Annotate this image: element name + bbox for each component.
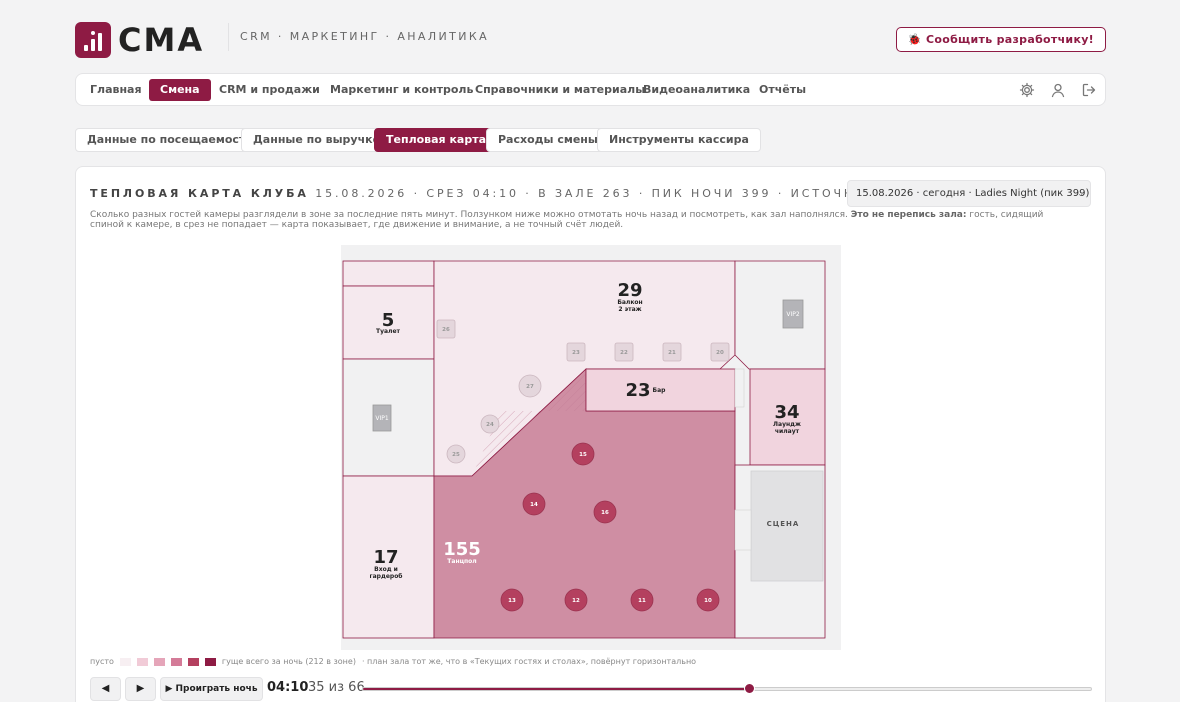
heatmap-heading-title: ТЕПЛОВАЯ КАРТА КЛУБА: [90, 187, 309, 200]
table-10[interactable]: 10: [696, 588, 720, 612]
play-night-button[interactable]: ▶ Проиграть ночь: [160, 677, 263, 701]
table-number: 21: [668, 350, 676, 356]
main-nav: Главная Смена CRM и продажи Маркетинг и …: [75, 73, 1106, 106]
table-number: 24: [486, 422, 494, 428]
floor-plan: VIP1 VIP2 29 Балкон 2 этаж 5 Туалет 23 Б…: [341, 245, 841, 650]
tab-heatmap[interactable]: Тепловая карта: [374, 128, 499, 152]
svg-text:гардероб: гардероб: [370, 573, 403, 580]
step-back-button[interactable]: ◀: [90, 677, 121, 701]
table-20[interactable]: 20: [710, 342, 730, 362]
time-slider[interactable]: [362, 683, 1092, 694]
svg-text:чилаут: чилаут: [775, 428, 800, 435]
user-icon[interactable]: [1050, 82, 1066, 98]
logo-icon: [75, 22, 111, 58]
legend-swatch: [170, 657, 182, 666]
logo[interactable]: CMA: [75, 21, 204, 59]
table-13[interactable]: 13: [500, 588, 524, 612]
table-number: 12: [572, 598, 580, 604]
table-26[interactable]: 26: [436, 319, 456, 339]
svg-text:Танцпол: Танцпол: [447, 558, 476, 565]
table-25[interactable]: 25: [446, 444, 466, 464]
heatmap-description: Сколько разных гостей камеры разглядели …: [90, 210, 1044, 230]
svg-text:34: 34: [774, 402, 799, 423]
nav-item-references[interactable]: Справочники и материалы: [464, 79, 656, 101]
svg-text:Балкон: Балкон: [617, 299, 642, 306]
svg-text:Туалет: Туалет: [376, 328, 401, 335]
table-number: 22: [620, 350, 628, 356]
table-number: 26: [442, 327, 450, 333]
svg-text:VIP2: VIP2: [786, 311, 799, 318]
legend-swatch: [136, 657, 148, 666]
legend-swatch: [187, 657, 199, 666]
table-16[interactable]: 16: [593, 500, 617, 524]
slice-counter: 35 из 66: [308, 680, 365, 695]
tab-revenue[interactable]: Данные по выручке: [241, 128, 393, 152]
legend-dense-label: гуще всего за ночь (212 в зоне): [221, 657, 356, 666]
time-slider-fill: [363, 688, 750, 690]
current-time: 04:10: [267, 680, 309, 695]
stage-steps: [734, 509, 752, 551]
nav-item-crm[interactable]: CRM и продажи: [208, 79, 331, 101]
legend-note: · план зала тот же, что в «Текущих гостя…: [361, 657, 697, 666]
table-22[interactable]: 22: [614, 342, 634, 362]
svg-text:Вход и: Вход и: [374, 566, 398, 573]
table-11[interactable]: 11: [630, 588, 654, 612]
table-number: 25: [452, 452, 460, 458]
bar-counter: [734, 368, 745, 408]
gear-icon[interactable]: [1019, 82, 1035, 98]
step-forward-button[interactable]: ▶: [125, 677, 156, 701]
svg-text:VIP1: VIP1: [375, 415, 388, 422]
tab-cashier-tools[interactable]: Инструменты кассира: [597, 128, 761, 152]
nav-item-home[interactable]: Главная: [79, 79, 153, 101]
logout-icon[interactable]: [1081, 82, 1097, 98]
table-14[interactable]: 14: [522, 492, 546, 516]
nav-item-marketing[interactable]: Маркетинг и контроль: [319, 79, 484, 101]
zone-vip2: [734, 260, 826, 370]
tab-attendance[interactable]: Данные по посещаемости: [75, 128, 265, 152]
logo-text: CMA: [118, 21, 205, 59]
svg-text:Лаундж: Лаундж: [773, 421, 801, 428]
floor-plan-svg: VIP1 VIP2 29 Балкон 2 этаж 5 Туалет 23 Б…: [341, 245, 841, 650]
table-number: 13: [508, 598, 516, 604]
svg-text:СЦЕНА: СЦЕНА: [767, 520, 800, 528]
table-number: 23: [572, 350, 580, 356]
table-number: 11: [638, 598, 646, 604]
table-27[interactable]: 27: [518, 374, 542, 398]
table-21[interactable]: 21: [662, 342, 682, 362]
table-number: 20: [716, 350, 724, 356]
legend-swatch: [153, 657, 165, 666]
svg-text:17: 17: [373, 547, 398, 568]
top-nav-label: CRM · МАРКЕТИНГ · АНАЛИТИКА: [228, 23, 489, 51]
chevron-down-icon: ⌄: [1077, 189, 1084, 198]
legend-empty-label: пусто: [90, 657, 114, 666]
nav-item-video[interactable]: Видеоаналитика: [632, 79, 761, 101]
time-slider-handle[interactable]: [744, 683, 756, 694]
table-number: 16: [601, 510, 609, 516]
table-12[interactable]: 12: [564, 588, 588, 612]
svg-text:155: 155: [443, 539, 481, 560]
svg-text:23: 23: [625, 380, 650, 401]
report-bug-button[interactable]: 🐞 Сообщить разработчику!: [895, 27, 1106, 52]
tab-shift-expenses[interactable]: Расходы смены: [486, 128, 610, 152]
svg-text:29: 29: [617, 280, 642, 301]
table-15[interactable]: 15: [571, 442, 595, 466]
night-select[interactable]: 15.08.2026 · сегодня · Ladies Night (пик…: [847, 180, 1091, 207]
heatmap-legend: пусто гуще всего за ночь (212 в зоне) · …: [90, 657, 696, 666]
svg-text:Бар: Бар: [653, 387, 667, 394]
legend-swatch: [204, 657, 216, 666]
svg-text:2 этаж: 2 этаж: [618, 306, 641, 313]
table-24[interactable]: 24: [480, 414, 500, 434]
table-number: 15: [579, 452, 587, 458]
nav-item-shift[interactable]: Смена: [149, 79, 211, 101]
time-player: ◀ ▶ ▶ Проиграть ночь 04:10 35 из 66: [90, 677, 1092, 701]
night-select-value: 15.08.2026 · сегодня · Ladies Night (пик…: [856, 188, 1090, 199]
nav-item-reports[interactable]: Отчёты: [748, 79, 817, 101]
table-number: 10: [704, 598, 712, 604]
table-23[interactable]: 23: [566, 342, 586, 362]
table-number: 27: [526, 384, 534, 390]
table-number: 14: [530, 502, 538, 508]
legend-swatch: [119, 657, 131, 666]
top-bar: CMA CRM · МАРКЕТИНГ · АНАЛИТИКА 🐞 Сообщи…: [75, 20, 1106, 59]
heatmap-card: ТЕПЛОВАЯ КАРТА КЛУБА 15.08.2026 · СРЕЗ 0…: [75, 166, 1106, 702]
